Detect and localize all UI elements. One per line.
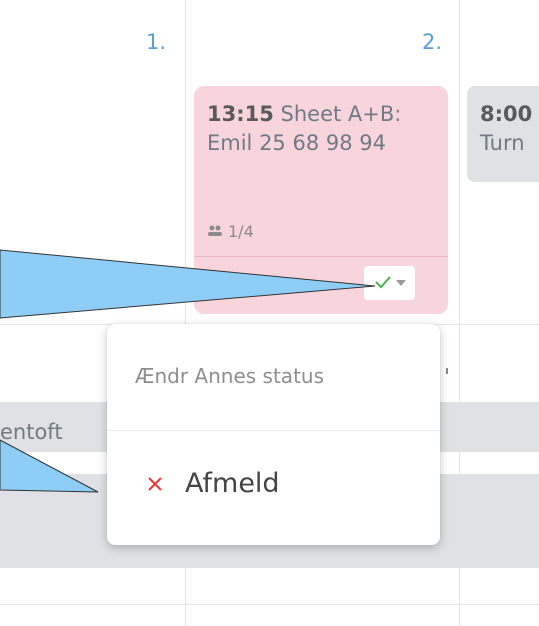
callout-pointers [0, 249, 376, 493]
callout-pointer-afmeld [0, 439, 99, 493]
callout-pointer-status [0, 249, 376, 319]
